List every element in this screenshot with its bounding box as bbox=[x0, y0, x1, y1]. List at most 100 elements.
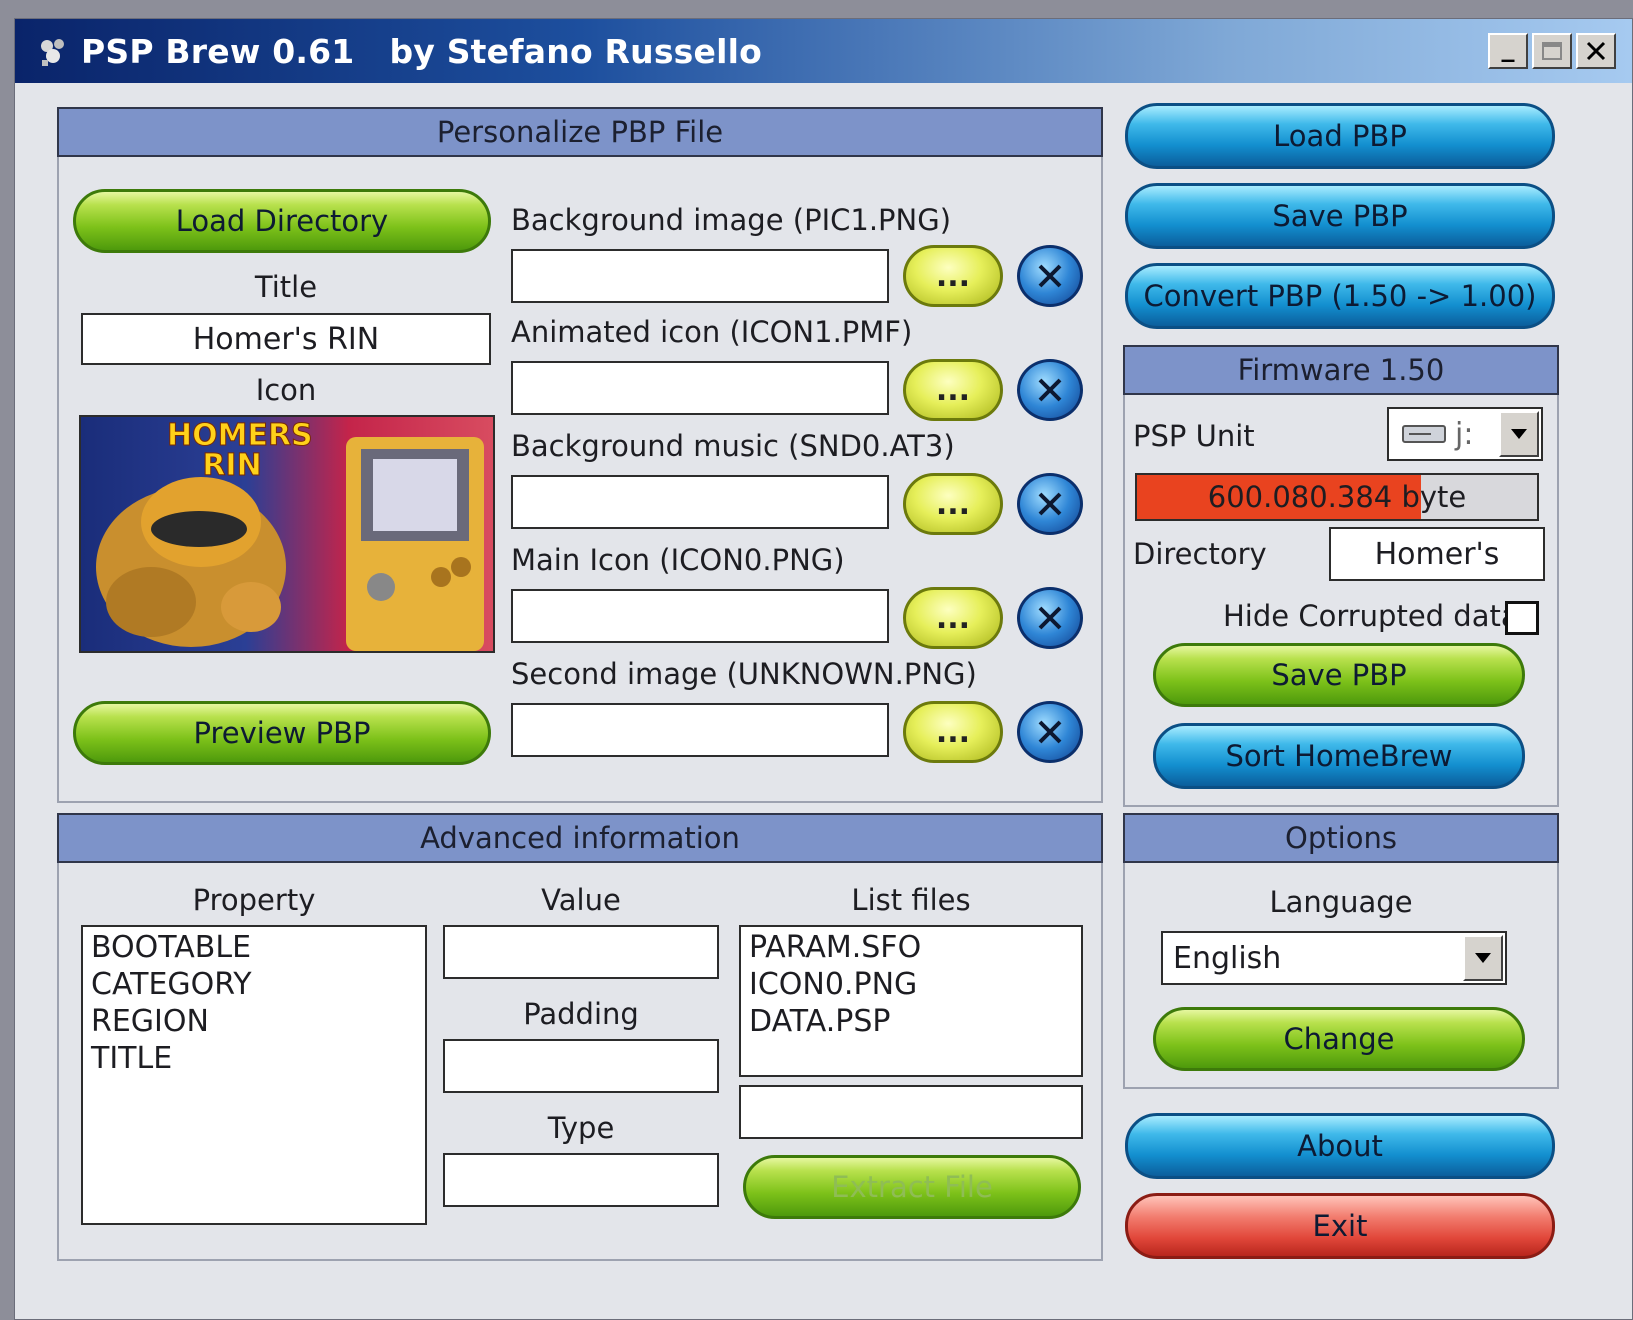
language-select[interactable]: English bbox=[1161, 931, 1507, 985]
close-icon bbox=[1586, 41, 1606, 61]
x-icon bbox=[1038, 378, 1062, 402]
firmware-save-pbp-button[interactable]: Save PBP bbox=[1153, 643, 1525, 707]
psp-unit-dropdown-button[interactable] bbox=[1499, 411, 1539, 457]
file-name-field[interactable] bbox=[739, 1085, 1083, 1139]
clear-button-snd0[interactable] bbox=[1017, 473, 1083, 535]
field-label-pic1: Background image (PIC1.PNG) bbox=[511, 203, 952, 237]
chevron-down-icon bbox=[1475, 953, 1491, 963]
property-list[interactable]: BOOTABLE CATEGORY REGION TITLE bbox=[81, 925, 427, 1225]
convert-pbp-button[interactable]: Convert PBP (1.50 -> 1.00) bbox=[1125, 263, 1555, 329]
app-window: PSP Brew 0.61 by Stefano Russello _ Pers… bbox=[14, 18, 1633, 1320]
property-label: Property bbox=[192, 883, 316, 917]
title-bar[interactable]: PSP Brew 0.61 by Stefano Russello _ bbox=[15, 19, 1632, 83]
title-field[interactable]: Homer's RIN bbox=[81, 313, 491, 365]
load-directory-label: Load Directory bbox=[175, 204, 389, 238]
field-input-icon0[interactable] bbox=[511, 589, 889, 643]
exit-button[interactable]: Exit bbox=[1125, 1193, 1555, 1259]
change-language-button[interactable]: Change bbox=[1153, 1007, 1525, 1071]
maximize-icon bbox=[1542, 42, 1562, 60]
extract-file-label: Extract File bbox=[831, 1170, 993, 1204]
options-header-text: Options bbox=[1285, 821, 1397, 855]
firmware-save-pbp-label: Save PBP bbox=[1271, 658, 1407, 692]
hide-corrupted-label: Hide Corrupted data bbox=[1223, 599, 1519, 633]
padding-label: Padding bbox=[523, 997, 639, 1031]
browse-button-snd0[interactable]: ... bbox=[903, 473, 1003, 535]
preview-pbp-button[interactable]: Preview PBP bbox=[73, 701, 491, 765]
browse-label: ... bbox=[935, 714, 971, 750]
psp-unit-value: j: bbox=[1455, 416, 1474, 452]
field-input-unknown[interactable] bbox=[511, 703, 889, 757]
preview-pbp-label: Preview PBP bbox=[193, 716, 371, 750]
window-title: PSP Brew 0.61 by Stefano Russello bbox=[81, 31, 762, 71]
browse-label: ... bbox=[935, 600, 971, 636]
clear-button-icon1[interactable] bbox=[1017, 359, 1083, 421]
load-directory-button[interactable]: Load Directory bbox=[73, 189, 491, 253]
icon-preview-image: HOMERS RIN bbox=[79, 415, 495, 653]
options-header: Options bbox=[1123, 813, 1559, 863]
field-label-icon0: Main Icon (ICON0.PNG) bbox=[511, 543, 845, 577]
browse-button-pic1[interactable]: ... bbox=[903, 245, 1003, 307]
load-pbp-button[interactable]: Load PBP bbox=[1125, 103, 1555, 169]
chevron-down-icon bbox=[1511, 429, 1527, 439]
browse-button-icon0[interactable]: ... bbox=[903, 587, 1003, 649]
directory-field[interactable]: Homer's bbox=[1329, 527, 1545, 581]
language-dropdown-button[interactable] bbox=[1463, 935, 1503, 981]
personalize-header: Personalize PBP File bbox=[57, 107, 1103, 157]
firmware-header: Firmware 1.50 bbox=[1123, 345, 1559, 395]
hide-corrupted-checkbox[interactable] bbox=[1505, 601, 1539, 635]
minimize-icon: _ bbox=[1501, 33, 1515, 63]
field-input-icon1[interactable] bbox=[511, 361, 889, 415]
psp-unit-label: PSP Unit bbox=[1133, 419, 1255, 453]
drive-icon bbox=[1402, 425, 1446, 443]
load-pbp-label: Load PBP bbox=[1273, 119, 1407, 153]
icon-label: Icon bbox=[255, 373, 317, 407]
browse-label: ... bbox=[935, 372, 971, 408]
about-button[interactable]: About bbox=[1125, 1113, 1555, 1179]
field-label-icon1: Animated icon (ICON1.PMF) bbox=[511, 315, 913, 349]
x-icon bbox=[1038, 264, 1062, 288]
maximize-button[interactable] bbox=[1532, 33, 1572, 69]
extract-file-button[interactable]: Extract File bbox=[743, 1155, 1081, 1219]
app-icon bbox=[41, 39, 64, 66]
personalize-header-text: Personalize PBP File bbox=[436, 115, 724, 149]
files-list[interactable]: PARAM.SFO ICON0.PNG DATA.PSP bbox=[739, 925, 1083, 1077]
advanced-header-text: Advanced information bbox=[420, 821, 740, 855]
value-field[interactable] bbox=[443, 925, 719, 979]
list-item[interactable]: PARAM.SFO bbox=[749, 929, 1073, 966]
field-label-unknown: Second image (UNKNOWN.PNG) bbox=[511, 657, 977, 691]
browse-button-icon1[interactable]: ... bbox=[903, 359, 1003, 421]
list-item[interactable]: ICON0.PNG bbox=[749, 966, 1073, 1003]
minimize-button[interactable]: _ bbox=[1488, 33, 1528, 69]
sort-homebrew-button[interactable]: Sort HomeBrew bbox=[1153, 723, 1525, 789]
list-item[interactable]: REGION bbox=[91, 1003, 417, 1040]
clear-button-pic1[interactable] bbox=[1017, 245, 1083, 307]
padding-field[interactable] bbox=[443, 1039, 719, 1093]
language-value: English bbox=[1173, 940, 1282, 976]
about-label: About bbox=[1297, 1129, 1383, 1163]
save-pbp-label: Save PBP bbox=[1272, 199, 1408, 233]
icon-art-title: HOMERS RIN bbox=[167, 418, 314, 483]
browse-button-unknown[interactable]: ... bbox=[903, 701, 1003, 763]
clear-button-unknown[interactable] bbox=[1017, 701, 1083, 763]
x-icon bbox=[1038, 720, 1062, 744]
space-progress-bar: 600.080.384 byte bbox=[1135, 473, 1539, 521]
list-item[interactable]: DATA.PSP bbox=[749, 1003, 1073, 1040]
save-pbp-button[interactable]: Save PBP bbox=[1125, 183, 1555, 249]
type-field[interactable] bbox=[443, 1153, 719, 1207]
field-input-snd0[interactable] bbox=[511, 475, 889, 529]
sort-homebrew-label: Sort HomeBrew bbox=[1225, 739, 1453, 773]
type-label: Type bbox=[547, 1111, 615, 1145]
x-icon bbox=[1038, 606, 1062, 630]
psp-unit-select[interactable]: j: bbox=[1387, 407, 1543, 461]
list-item[interactable]: TITLE bbox=[91, 1040, 417, 1077]
exit-label: Exit bbox=[1312, 1209, 1368, 1243]
list-item[interactable]: CATEGORY bbox=[91, 966, 417, 1003]
convert-pbp-label: Convert PBP (1.50 -> 1.00) bbox=[1143, 279, 1537, 313]
close-button[interactable] bbox=[1576, 33, 1616, 69]
field-input-pic1[interactable] bbox=[511, 249, 889, 303]
list-item[interactable]: BOOTABLE bbox=[91, 929, 417, 966]
change-label: Change bbox=[1283, 1022, 1395, 1056]
clear-button-icon0[interactable] bbox=[1017, 587, 1083, 649]
browse-label: ... bbox=[935, 486, 971, 522]
x-icon bbox=[1038, 492, 1062, 516]
